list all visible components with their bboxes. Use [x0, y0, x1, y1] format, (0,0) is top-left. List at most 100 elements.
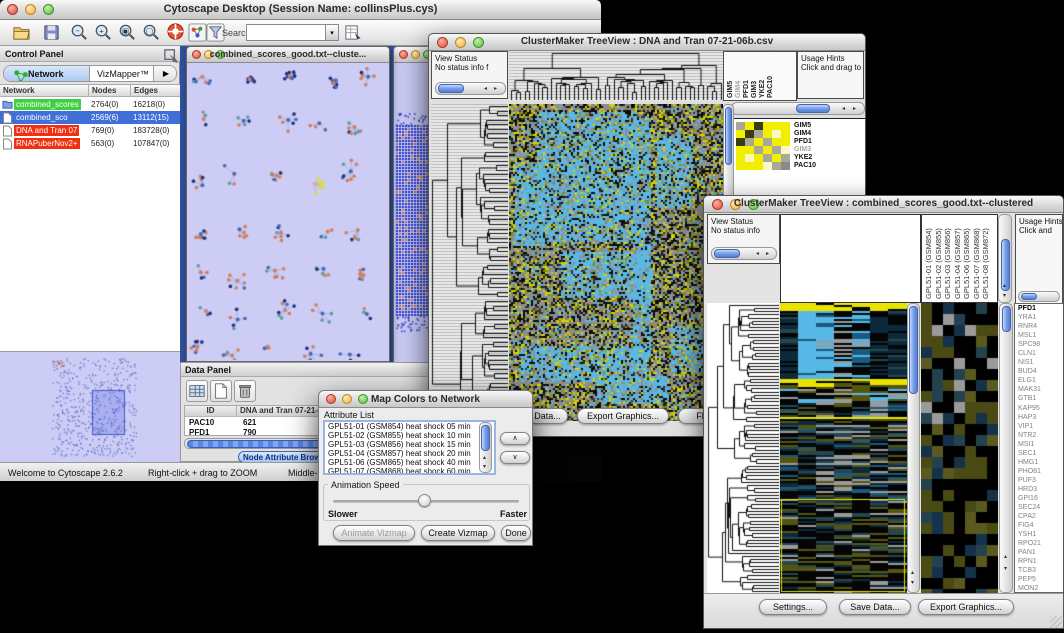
gene-label[interactable]: CLN1 [1015, 349, 1064, 358]
matrix-cell[interactable] [745, 162, 754, 170]
gene-list-vscrollbar[interactable]: ▴▾ [999, 303, 1013, 593]
save-data-button[interactable]: Save Data... [839, 599, 911, 615]
attribute-list-item[interactable]: GPL51-07 (GSM868) heat shock 60 min [325, 467, 494, 475]
gene-label[interactable]: GTB1 [1015, 394, 1064, 403]
matrix-cell[interactable] [772, 122, 781, 130]
attribute-list-item[interactable]: GPL51-04 (GSM857) heat shock 20 min [325, 449, 494, 458]
gene-label[interactable]: CPA2 [1015, 512, 1064, 521]
matrix-cell[interactable] [781, 146, 790, 154]
matrix-cell[interactable] [763, 154, 772, 162]
matrix-cell[interactable] [772, 130, 781, 138]
matrix-cell[interactable] [763, 138, 772, 146]
move-down-button[interactable]: ∨ [500, 451, 530, 464]
attribute-list-item[interactable]: GPL51-02 (GSM855) heat shock 10 min [325, 431, 494, 440]
gene-label[interactable]: GPI16 [1015, 494, 1064, 503]
create-vizmap-button[interactable]: Create Vizmap [421, 525, 495, 541]
network-canvas-2[interactable] [394, 63, 432, 362]
network-tree-row[interactable]: DNA and Tran 07769(0)183728(0) [0, 124, 180, 137]
matrix-cell[interactable] [736, 154, 745, 162]
column-header-network[interactable]: Network [0, 85, 89, 97]
view-status-hscrollbar[interactable]: ◂▸ [711, 247, 777, 260]
cluster-hscrollbar[interactable]: ◂▸ [731, 102, 865, 115]
matrix-cell[interactable] [781, 162, 790, 170]
gene-label[interactable]: SEC1 [1015, 449, 1064, 458]
resize-grip[interactable] [1050, 616, 1062, 628]
done-button[interactable]: Done [501, 525, 531, 541]
matrix-cell[interactable] [745, 154, 754, 162]
plugin-network-icon[interactable] [188, 23, 207, 42]
gene-label[interactable]: ELG1 [1015, 376, 1064, 385]
gene-label[interactable]: HRD3 [1015, 485, 1064, 494]
labels-vscrollbar[interactable]: ▴▾ [998, 214, 1012, 303]
matrix-cell[interactable] [754, 154, 763, 162]
attribute-list-vscrollbar[interactable]: ▴▾ [479, 422, 492, 473]
birdseye-canvas[interactable] [2, 354, 178, 462]
network-tree-row[interactable]: combined_scores2764(0)16218(0) [0, 98, 180, 111]
matrix-cell[interactable] [736, 162, 745, 170]
gene-label[interactable]: SPC98 [1015, 340, 1064, 349]
matrix-cell[interactable] [781, 122, 790, 130]
row-dendrogram-canvas[interactable] [707, 303, 779, 593]
matrix-cell[interactable] [754, 146, 763, 154]
network-canvas-1[interactable] [188, 63, 388, 360]
gene-label[interactable]: MAK31 [1015, 385, 1064, 394]
export-graphics-button[interactable]: Export Graphics... [577, 408, 669, 424]
gene-label[interactable]: PFD1 [1015, 304, 1064, 313]
heatmap-canvas[interactable] [509, 104, 723, 421]
matrix-cell[interactable] [745, 130, 754, 138]
network-tree-row[interactable]: combined_sco2569(6)13112(15) [0, 111, 180, 124]
column-dendrogram-canvas[interactable] [509, 52, 723, 100]
export-graphics-button[interactable]: Export Graphics... [918, 599, 1014, 615]
gene-label[interactable]: RNR4 [1015, 322, 1064, 331]
column-tree-panel[interactable] [780, 214, 921, 303]
float-panel-icon[interactable] [162, 47, 175, 60]
matrix-cell[interactable] [736, 138, 745, 146]
gene-label[interactable]: MON2 [1015, 584, 1064, 593]
gene-label[interactable]: HMG1 [1015, 458, 1064, 467]
gene-label[interactable]: NIS1 [1015, 358, 1064, 367]
tab-vizmapper[interactable]: VizMapper™ [90, 66, 154, 82]
attribute-list-item[interactable]: GPL51-03 (GSM856) heat shock 15 min [325, 440, 494, 449]
heatmap-vscrollbar[interactable]: ▴▾ [907, 303, 920, 593]
attribute-list-item[interactable]: GPL51-01 (GSM854) heat shock 05 min [325, 422, 494, 431]
search-dropdown-icon[interactable]: ▾ [326, 24, 339, 41]
matrix-cell[interactable] [772, 146, 781, 154]
tab-network[interactable]: Network [4, 66, 90, 82]
matrix-cell[interactable] [736, 146, 745, 154]
move-up-button[interactable]: ∧ [500, 432, 530, 445]
gene-label[interactable]: MSI1 [1015, 440, 1064, 449]
matrix-cell[interactable] [754, 130, 763, 138]
matrix-cell[interactable] [772, 154, 781, 162]
main-titlebar[interactable]: Cytoscape Desktop (Session Name: collins… [0, 0, 601, 20]
gene-label[interactable]: MSL1 [1015, 331, 1064, 340]
gene-label[interactable]: PUF3 [1015, 476, 1064, 485]
attribute-list-item[interactable]: GPL51-06 (GSM865) heat shock 40 min [325, 458, 494, 467]
matrix-cell[interactable] [781, 138, 790, 146]
open-folder-icon[interactable] [12, 23, 31, 42]
slider-thumb[interactable] [418, 494, 431, 507]
gene-label[interactable]: FIG4 [1015, 521, 1064, 530]
minimize-icon[interactable] [411, 50, 420, 59]
gene-label[interactable]: VIP1 [1015, 422, 1064, 431]
gene-label[interactable]: YRA1 [1015, 313, 1064, 322]
matrix-cell[interactable] [745, 146, 754, 154]
animate-vizmap-button[interactable]: Animate Vizmap [333, 525, 415, 541]
matrix-cell[interactable] [736, 122, 745, 130]
close-icon[interactable] [399, 50, 408, 59]
matrix-cell[interactable] [754, 162, 763, 170]
gene-label[interactable]: SEC24 [1015, 503, 1064, 512]
column-header-id[interactable]: ID [185, 406, 237, 416]
matrix-cell[interactable] [763, 130, 772, 138]
gene-label[interactable]: PEP5 [1015, 575, 1064, 584]
matrix-cell[interactable] [763, 122, 772, 130]
matrix-cell[interactable] [745, 138, 754, 146]
zoom-selected-icon[interactable]: ▢ [142, 23, 161, 42]
matrix-cell[interactable] [781, 154, 790, 162]
new-document-icon[interactable] [210, 380, 232, 402]
tab-overflow-arrow-icon[interactable]: ▶ [154, 66, 177, 82]
gene-label[interactable]: RPO21 [1015, 539, 1064, 548]
matrix-cell[interactable] [736, 130, 745, 138]
network-tree-row[interactable]: RNAPuberNov2+563(0)107847(0) [0, 137, 180, 150]
matrix-cell[interactable] [754, 122, 763, 130]
gene-label[interactable]: YSH1 [1015, 530, 1064, 539]
